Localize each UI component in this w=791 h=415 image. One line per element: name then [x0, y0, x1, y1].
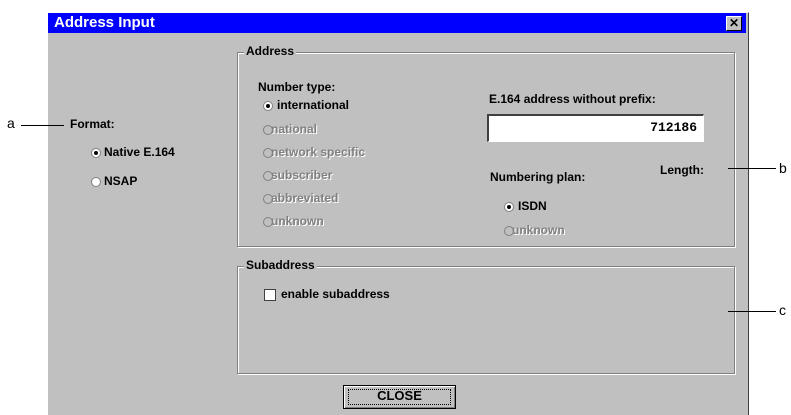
number-type-unknown-label: unknown — [271, 214, 324, 228]
window-close-button[interactable]: ✕ — [726, 16, 742, 31]
callout-b-label: b — [779, 160, 787, 176]
e164-address-label: E.164 address without prefix: — [489, 92, 656, 106]
subaddress-group-label: Subaddress — [244, 258, 317, 272]
number-type-subscriber-label: subscriber — [271, 168, 333, 182]
callout-a-label: a — [7, 115, 15, 131]
numbering-plan-isdn-radio[interactable] — [504, 202, 514, 212]
callout-b-line — [728, 168, 776, 169]
close-icon: ✕ — [728, 16, 740, 30]
format-native-e164-radio[interactable] — [91, 148, 101, 158]
number-type-abbreviated-label: abbreviated — [271, 191, 339, 205]
format-nsap-label[interactable]: NSAP — [104, 174, 137, 188]
address-group-label: Address — [244, 44, 297, 58]
length-label: Length: — [660, 163, 704, 177]
enable-subaddress-label[interactable]: enable subaddress — [281, 287, 390, 301]
number-type-international-label[interactable]: international — [277, 98, 349, 112]
callout-a-line — [21, 125, 64, 126]
numbering-plan-unknown-label: unknown — [512, 223, 565, 237]
number-type-national-label: national — [271, 122, 318, 136]
number-type-network-specific-label: network specific — [271, 145, 366, 159]
window-title: Address Input — [54, 14, 155, 31]
numbering-plan-label: Numbering plan: — [490, 170, 586, 184]
subaddress-groupbox — [237, 266, 735, 374]
enable-subaddress-checkbox[interactable] — [264, 289, 276, 301]
numbering-plan-isdn-label[interactable]: ISDN — [518, 199, 547, 213]
number-type-label: Number type: — [258, 80, 336, 94]
format-label: Format: — [70, 117, 115, 131]
format-native-e164-label[interactable]: Native E.164 — [104, 145, 175, 159]
format-nsap-radio[interactable] — [91, 177, 101, 187]
callout-c-line — [728, 311, 776, 312]
callout-c-label: c — [779, 302, 786, 318]
close-button-label: CLOSE — [377, 388, 422, 403]
e164-address-input[interactable]: 712186 — [487, 114, 704, 142]
number-type-international-radio[interactable] — [263, 101, 273, 111]
close-button[interactable]: CLOSE — [343, 385, 456, 409]
